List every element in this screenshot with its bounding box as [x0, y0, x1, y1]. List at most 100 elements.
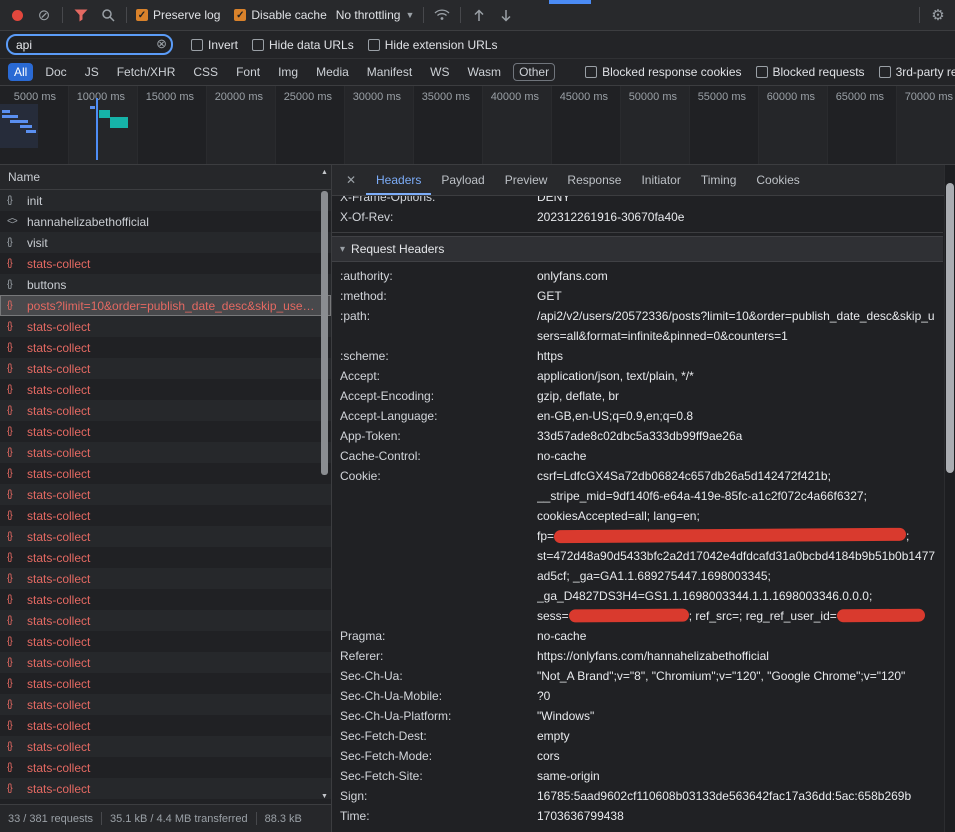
request-list-scrollbar[interactable]: ▲ ▼ [319, 167, 330, 802]
header-name: Sec-Ch-Ua: [332, 666, 537, 686]
request-row-stats-collect[interactable]: {}stats-collect [0, 673, 331, 694]
filter-checkbox-hide-extension-urls[interactable]: Hide extension URLs [368, 38, 498, 52]
filter-chip-doc[interactable]: Doc [39, 63, 72, 81]
scrollbar-thumb[interactable] [321, 191, 328, 475]
request-row-stats-collect[interactable]: {}stats-collect [0, 547, 331, 568]
filter-chip-font[interactable]: Font [230, 63, 266, 81]
header-name: Time: [332, 806, 537, 826]
tab-response[interactable]: Response [557, 166, 631, 195]
request-row-visit[interactable]: {}visit [0, 232, 331, 253]
search-icon[interactable] [99, 6, 117, 24]
filter-chip-css[interactable]: CSS [187, 63, 224, 81]
filter-chip-other[interactable]: Other [513, 63, 555, 81]
network-filter-bar: ⊗ Invert Hide data URLs Hide extension URL… [0, 31, 955, 59]
header-value: /api2/v2/users/20572336/posts?limit=10&o… [537, 306, 943, 346]
request-row-posts-limit-10-order-publish-date-desc-skip-user[interactable]: {}posts?limit=10&order=publish_date_desc… [0, 295, 331, 316]
tab-payload[interactable]: Payload [431, 166, 494, 195]
toolbar-separator [62, 7, 63, 23]
overview-strip[interactable]: 5000 ms10000 ms15000 ms20000 ms25000 ms3… [0, 86, 955, 165]
request-row-stats-collect[interactable]: {}stats-collect [0, 463, 331, 484]
filter-checkbox-hide-data-urls[interactable]: Hide data URLs [252, 38, 354, 52]
record-button[interactable] [8, 6, 26, 24]
script-icon: {} [7, 720, 22, 731]
filter-chip-media[interactable]: Media [310, 63, 355, 81]
import-har-icon[interactable] [470, 6, 488, 24]
request-row-stats-collect[interactable]: {}stats-collect [0, 526, 331, 547]
tab-headers[interactable]: Headers [366, 166, 431, 195]
network-conditions-icon[interactable] [433, 6, 451, 24]
close-icon[interactable]: ✕ [340, 173, 362, 187]
header-name: Sign: [332, 786, 537, 806]
request-row-stats-collect[interactable]: {}stats-collect [0, 400, 331, 421]
request-row-stats-collect[interactable]: {}stats-collect [0, 337, 331, 358]
request-row-stats-collect[interactable]: {}stats-collect [0, 253, 331, 274]
details-scrollbar[interactable] [944, 165, 955, 832]
filter-chip-fetch-xhr[interactable]: Fetch/XHR [111, 63, 182, 81]
header-row: Accept-Encoding:gzip, deflate, br [332, 386, 943, 406]
redaction-scribble [569, 609, 689, 623]
request-row-stats-collect[interactable]: {}stats-collect [0, 652, 331, 673]
overview-activity-teal [110, 117, 128, 128]
request-row-stats-collect[interactable]: {}stats-collect [0, 736, 331, 757]
filter-input[interactable] [6, 34, 173, 55]
request-list-panel: Name {}init<>hannahelizabethofficial{}vi… [0, 165, 332, 832]
filter-chip-all[interactable]: All [8, 63, 33, 81]
clear-network-log-icon[interactable]: ⊘ [35, 6, 53, 24]
request-row-stats-collect[interactable]: {}stats-collect [0, 505, 331, 526]
request-row-stats-collect[interactable]: {}stats-collect [0, 694, 331, 715]
export-har-icon[interactable] [497, 6, 515, 24]
checkbox-label: Preserve log [153, 8, 220, 22]
cookie-text: ; [906, 529, 909, 543]
request-row-stats-collect[interactable]: {}stats-collect [0, 442, 331, 463]
scroll-up-arrow-icon[interactable]: ▲ [319, 169, 330, 176]
request-row-stats-collect[interactable]: {}stats-collect [0, 715, 331, 736]
request-row-stats-collect[interactable]: {}stats-collect [0, 358, 331, 379]
script-icon: {} [7, 258, 22, 269]
request-row-buttons[interactable]: {}buttons [0, 274, 331, 295]
tab-initiator[interactable]: Initiator [631, 166, 690, 195]
header-value: onlyfans.com [537, 266, 943, 286]
toolbar-checkbox-preserve-log[interactable]: ✓Preserve log [136, 8, 220, 22]
filter-chip-img[interactable]: Img [272, 63, 304, 81]
request-row-stats-collect[interactable]: {}stats-collect [0, 757, 331, 778]
scrollbar-thumb[interactable] [946, 183, 954, 473]
type-checkbox-blocked-requests[interactable]: Blocked requests [756, 65, 865, 79]
filter-chip-manifest[interactable]: Manifest [361, 63, 418, 81]
header-row: X-Frame-Options:DENY [332, 196, 943, 207]
request-row-stats-collect[interactable]: {}stats-collect [0, 421, 331, 442]
request-row-stats-collect[interactable]: {}stats-collect [0, 316, 331, 337]
type-checkbox-3rd-party-requests[interactable]: 3rd-party requests [879, 65, 955, 79]
clear-filter-icon[interactable]: ⊗ [156, 37, 167, 50]
request-row-stats-collect[interactable]: {}stats-collect [0, 610, 331, 631]
filter-icon[interactable] [72, 6, 90, 24]
checkbox-label: Invert [208, 38, 238, 52]
header-row: Time:1703636799438 [332, 806, 943, 826]
request-row-stats-collect[interactable]: {}stats-collect [0, 568, 331, 589]
script-icon: {} [7, 657, 22, 668]
script-icon: {} [7, 552, 22, 563]
settings-gear-icon[interactable]: ⚙ [929, 6, 947, 24]
type-filter-checkboxes: Blocked response cookies Blocked requests… [585, 65, 955, 79]
type-checkbox-blocked-response-cookies[interactable]: Blocked response cookies [585, 65, 741, 79]
filter-chip-js[interactable]: JS [79, 63, 105, 81]
request-row-init[interactable]: {}init [0, 190, 331, 211]
filter-chip-ws[interactable]: WS [424, 63, 455, 81]
request-row-hannahelizabethofficial[interactable]: <>hannahelizabethofficial [0, 211, 331, 232]
request-headers-section[interactable]: ▾ Request Headers [332, 236, 943, 262]
tab-preview[interactable]: Preview [495, 166, 558, 195]
header-row: X-Of-Rev:202312261916-30670fa40e [332, 207, 943, 227]
request-row-stats-collect[interactable]: {}stats-collect [0, 631, 331, 652]
request-row-stats-collect[interactable]: {}stats-collect [0, 379, 331, 400]
tab-cookies[interactable]: Cookies [746, 166, 809, 195]
request-list: {}init<>hannahelizabethofficial{}visit{}… [0, 190, 331, 804]
throttling-select[interactable]: No throttling ▼ [336, 8, 415, 22]
request-row-stats-collect[interactable]: {}stats-collect [0, 484, 331, 505]
toolbar-checkbox-disable-cache[interactable]: ✓Disable cache [234, 8, 326, 22]
request-row-stats-collect[interactable]: {}stats-collect [0, 589, 331, 610]
scroll-down-arrow-icon[interactable]: ▼ [319, 793, 330, 800]
request-row-stats-collect[interactable]: {}stats-collect [0, 778, 331, 799]
filter-chip-wasm[interactable]: Wasm [462, 63, 508, 81]
filter-checkbox-invert[interactable]: Invert [191, 38, 238, 52]
name-column-header[interactable]: Name [0, 165, 331, 190]
tab-timing[interactable]: Timing [691, 166, 747, 195]
